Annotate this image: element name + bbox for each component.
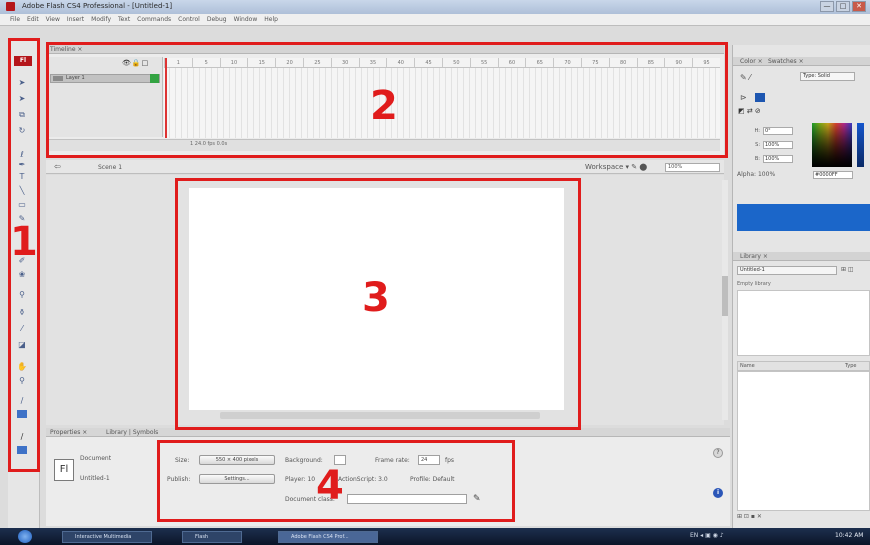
library-empty-text: Empty library bbox=[737, 281, 771, 287]
taskbar-item[interactable]: Interactive Multimedia bbox=[62, 531, 152, 543]
menu-edit[interactable]: Edit bbox=[27, 16, 39, 23]
menu-window[interactable]: Window bbox=[234, 16, 258, 23]
library-col-type[interactable]: Type bbox=[845, 363, 856, 369]
color-preview-bar bbox=[737, 204, 870, 231]
menu-text[interactable]: Text bbox=[118, 16, 130, 23]
tab-library-panel[interactable]: Library × bbox=[740, 253, 768, 260]
menu-control[interactable]: Control bbox=[178, 16, 200, 23]
annotation-number-4: 4 bbox=[316, 463, 344, 509]
tab-properties[interactable]: Properties × bbox=[50, 429, 87, 436]
color-type-select[interactable]: Type: Solid bbox=[800, 72, 855, 81]
menu-bar: File Edit View Insert Modify Text Comman… bbox=[0, 14, 870, 26]
back-arrow-icon[interactable]: ⇦ bbox=[54, 162, 61, 171]
maximize-button[interactable]: □ bbox=[836, 1, 850, 12]
annotation-number-2: 2 bbox=[370, 83, 398, 129]
hue-label: H: bbox=[754, 128, 760, 134]
color-spectrum-shade bbox=[812, 123, 852, 167]
scene-breadcrumb[interactable]: Scene 1 bbox=[98, 164, 122, 171]
menu-modify[interactable]: Modify bbox=[91, 16, 111, 23]
window-title: Adobe Flash CS4 Professional - [Untitled… bbox=[22, 2, 173, 10]
hue-row: H: 0° bbox=[752, 127, 793, 135]
document-type-label: Document bbox=[80, 455, 112, 462]
taskbar-clock: 10:42 AM bbox=[835, 532, 864, 539]
app-logo-icon bbox=[6, 2, 15, 11]
menu-insert[interactable]: Insert bbox=[67, 16, 84, 23]
brightness-label: B: bbox=[754, 156, 760, 162]
hex-color-field[interactable]: #0000FF bbox=[813, 171, 853, 179]
document-name: Untitled-1 bbox=[80, 475, 110, 482]
taskbar-item[interactable]: Flash bbox=[182, 531, 242, 543]
annotation-number-1: 1 bbox=[10, 219, 38, 265]
tab-library[interactable]: Library | Symbols bbox=[106, 429, 158, 436]
vertical-scroll-thumb[interactable] bbox=[722, 276, 728, 316]
brightness-slider[interactable] bbox=[857, 123, 864, 167]
library-pin-icon[interactable]: ⊞ ◫ bbox=[841, 266, 854, 273]
saturation-label: S: bbox=[755, 142, 760, 148]
zoom-select[interactable]: 100% bbox=[665, 163, 720, 172]
fill-swatch[interactable] bbox=[755, 93, 765, 102]
flash-application-window: Adobe Flash CS4 Professional - [Untitled… bbox=[0, 0, 870, 545]
brightness-row: B: 100% bbox=[752, 155, 793, 163]
document-icon: Fl bbox=[54, 459, 74, 481]
stroke-swatch-icon[interactable]: ⊳ bbox=[740, 93, 747, 102]
start-button[interactable] bbox=[18, 530, 32, 543]
swap-colors-icon[interactable]: ◩ ⇄ ⊘ bbox=[738, 107, 761, 115]
close-button[interactable]: ✕ bbox=[852, 1, 866, 12]
library-preview-area bbox=[737, 290, 870, 356]
menu-view[interactable]: View bbox=[46, 16, 60, 23]
tab-color[interactable]: Color × bbox=[740, 58, 763, 65]
menu-help[interactable]: Help bbox=[264, 16, 278, 23]
library-item-list[interactable] bbox=[737, 371, 870, 511]
info-icon[interactable]: i bbox=[713, 488, 723, 498]
help-icon[interactable]: ? bbox=[713, 448, 723, 458]
tab-swatches[interactable]: Swatches × bbox=[768, 58, 804, 65]
menu-file[interactable]: File bbox=[10, 16, 20, 23]
window-controls: — □ ✕ bbox=[820, 1, 866, 12]
stroke-fill-icons[interactable]: ✎ ⁄ bbox=[740, 73, 751, 82]
menu-debug[interactable]: Debug bbox=[207, 16, 227, 23]
taskbar-item-active[interactable]: Adobe Flash CS4 Prof... bbox=[278, 531, 378, 543]
library-footer-icons[interactable]: ⊞ ⊡ ▪ ✕ bbox=[737, 513, 762, 520]
minimize-button[interactable]: — bbox=[820, 1, 834, 12]
saturation-field[interactable]: 100% bbox=[763, 141, 793, 149]
hue-field[interactable]: 0° bbox=[763, 127, 793, 135]
brightness-field[interactable]: 100% bbox=[763, 155, 793, 163]
annotation-number-3: 3 bbox=[362, 275, 390, 321]
edit-scene-icons[interactable]: Workspace ▾ ✎ ⬤ bbox=[585, 163, 647, 171]
library-col-name[interactable]: Name bbox=[740, 363, 755, 369]
system-tray[interactable]: EN ◂ ▣ ◉ ♪ bbox=[690, 532, 724, 539]
alpha-label[interactable]: Alpha: 100% bbox=[737, 171, 775, 178]
menu-commands[interactable]: Commands bbox=[137, 16, 171, 23]
library-document-select[interactable]: Untitled-1 bbox=[737, 266, 837, 275]
saturation-row: S: 100% bbox=[752, 141, 793, 149]
